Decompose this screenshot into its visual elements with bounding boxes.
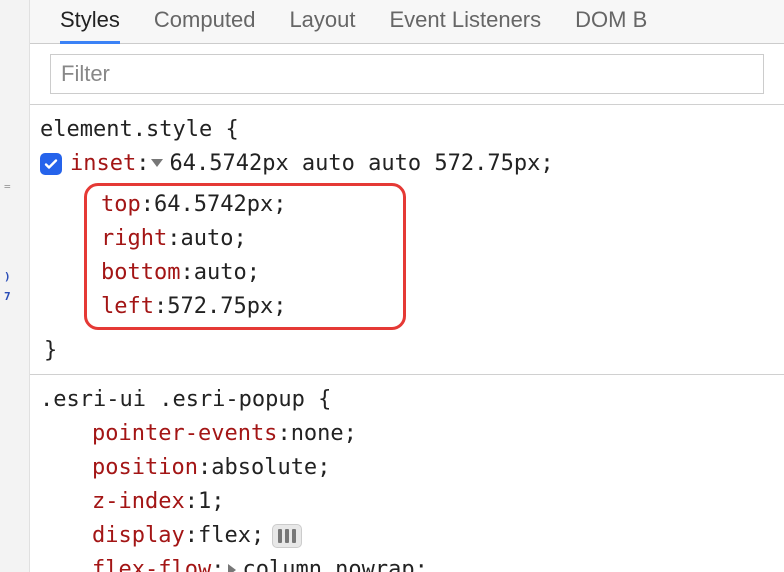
tab-layout[interactable]: Layout <box>289 7 355 43</box>
brace-close: } <box>40 334 774 368</box>
prop-value[interactable]: absolute <box>211 451 317 485</box>
check-icon <box>43 156 59 172</box>
tab-event-listeners[interactable]: Event Listeners <box>390 7 542 43</box>
chevron-down-icon[interactable] <box>151 159 163 167</box>
prop-name[interactable]: left <box>101 290 154 324</box>
tab-dom[interactable]: DOM B <box>575 7 647 43</box>
prop-value[interactable]: auto <box>194 256 247 290</box>
styles-panel: Styles Computed Layout Event Listeners D… <box>30 0 784 572</box>
filter-input[interactable] <box>50 54 764 94</box>
prop-value[interactable]: flex <box>198 519 251 553</box>
gutter-glyph: = <box>4 180 11 193</box>
decl-top[interactable]: top: 64.5742px; <box>101 188 393 222</box>
prop-value[interactable]: 64.5742px <box>154 188 273 222</box>
selector-text: element.style <box>40 117 212 142</box>
gutter-glyph: 7 <box>4 290 11 303</box>
prop-name[interactable]: z-index <box>92 485 185 519</box>
prop-value[interactable]: column nowrap <box>242 553 414 572</box>
prop-value[interactable]: 64.5742px auto auto 572.75px <box>169 147 540 181</box>
rules-list: element.style { inset: 64.5742px auto au… <box>30 105 784 572</box>
prop-name[interactable]: top <box>101 188 141 222</box>
tab-computed[interactable]: Computed <box>154 7 256 43</box>
prop-name[interactable]: right <box>101 222 167 256</box>
tab-styles[interactable]: Styles <box>60 7 120 44</box>
filter-row <box>30 44 784 105</box>
longhand-highlight: top: 64.5742px; right: auto; bottom: aut… <box>84 183 406 329</box>
decl-inset[interactable]: inset: 64.5742px auto auto 572.75px; <box>40 147 774 181</box>
flex-editor-icon[interactable] <box>272 524 302 548</box>
decl-position[interactable]: position: absolute; <box>40 451 774 485</box>
prop-name[interactable]: pointer-events <box>92 417 277 451</box>
prop-name[interactable]: flex-flow <box>92 553 211 572</box>
prop-name[interactable]: display <box>92 519 185 553</box>
prop-name[interactable]: inset <box>70 147 136 181</box>
selector-line[interactable]: .esri-ui .esri-popup { <box>40 383 774 417</box>
prop-name[interactable]: position <box>92 451 198 485</box>
css-rule-element-style[interactable]: element.style { inset: 64.5742px auto au… <box>30 105 784 375</box>
tabs-bar: Styles Computed Layout Event Listeners D… <box>30 0 784 44</box>
decl-flex-flow[interactable]: flex-flow: column nowrap; <box>40 553 774 572</box>
prop-name[interactable]: bottom <box>101 256 180 290</box>
decl-z-index[interactable]: z-index: 1; <box>40 485 774 519</box>
decl-pointer-events[interactable]: pointer-events: none; <box>40 417 774 451</box>
toggle-checkbox[interactable] <box>40 153 62 175</box>
gutter-glyph: ) <box>4 270 11 283</box>
brace-open: { <box>225 117 238 142</box>
prop-value[interactable]: auto <box>180 222 233 256</box>
selector-text: .esri-ui .esri-popup <box>40 387 305 412</box>
source-gutter: = ) 7 <box>0 0 30 572</box>
prop-value[interactable]: none <box>291 417 344 451</box>
prop-value[interactable]: 572.75px <box>167 290 273 324</box>
css-rule-esri-popup[interactable]: .esri-ui .esri-popup { pointer-events: n… <box>30 375 784 572</box>
selector-line[interactable]: element.style { <box>40 113 774 147</box>
decl-right[interactable]: right: auto; <box>101 222 393 256</box>
chevron-right-icon[interactable] <box>228 564 236 572</box>
prop-value[interactable]: 1 <box>198 485 211 519</box>
decl-bottom[interactable]: bottom: auto; <box>101 256 393 290</box>
decl-left[interactable]: left: 572.75px; <box>101 290 393 324</box>
brace-open: { <box>318 387 331 412</box>
decl-display[interactable]: display: flex; <box>40 519 774 553</box>
